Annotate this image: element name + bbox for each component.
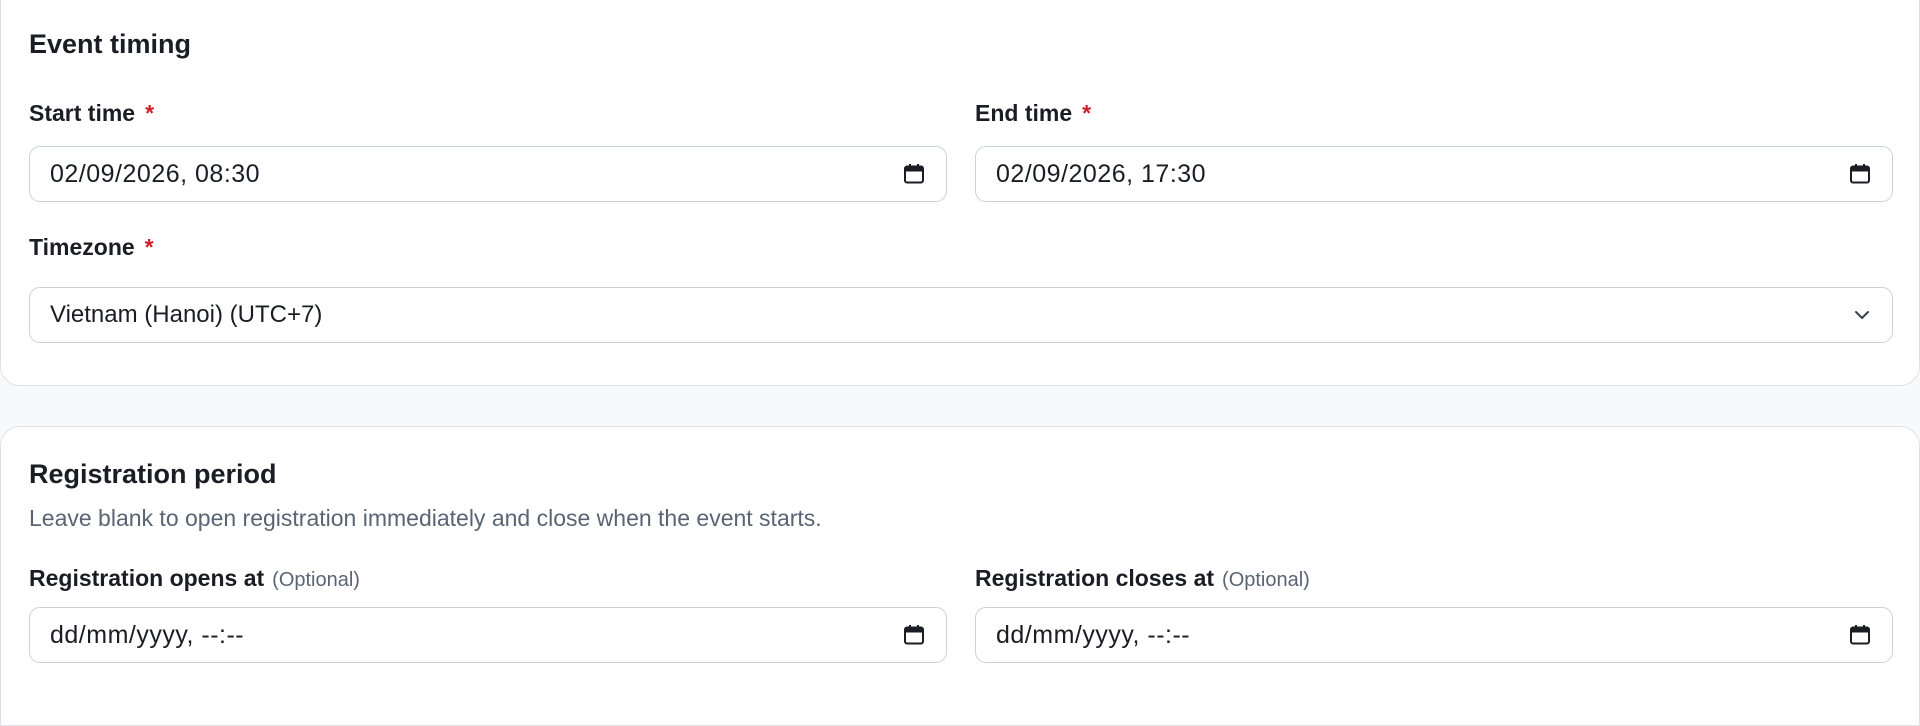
end-time-label-text: End time [975, 100, 1073, 126]
chevron-down-icon[interactable] [1852, 305, 1872, 325]
registration-opens-input[interactable]: dd/mm/yyyy, --:-- [29, 607, 947, 663]
event-timing-title: Event timing [29, 29, 192, 59]
required-marker: * [144, 234, 154, 260]
timezone-select[interactable]: Vietnam (Hanoi) (UTC+7) [29, 287, 1893, 343]
registration-period-card: Registration period Leave blank to open … [0, 426, 1920, 726]
required-marker: * [1082, 100, 1092, 126]
registration-closes-label-text: Registration closes at [975, 565, 1215, 591]
required-marker: * [145, 100, 155, 126]
start-time-input[interactable]: 02/09/2026, 08:30 [29, 146, 947, 202]
registration-opens-label: Registration opens at (Optional) [29, 565, 360, 592]
start-time-label-text: Start time [29, 100, 136, 126]
calendar-icon[interactable] [902, 162, 926, 186]
end-time-input[interactable]: 02/09/2026, 17:30 [975, 146, 1893, 202]
event-timing-card: Event timing Start time * 02/09/2026, 08:… [0, 0, 1920, 386]
optional-hint: (Optional) [272, 569, 360, 591]
end-time-label: End time * [975, 100, 1091, 127]
optional-hint: (Optional) [1222, 569, 1310, 591]
registration-opens-label-text: Registration opens at [29, 565, 265, 591]
calendar-icon[interactable] [1848, 162, 1872, 186]
registration-closes-placeholder[interactable]: dd/mm/yyyy, --:-- [996, 621, 1848, 650]
registration-period-title: Registration period [29, 459, 277, 489]
end-time-value[interactable]: 02/09/2026, 17:30 [996, 160, 1848, 189]
calendar-icon[interactable] [1848, 623, 1872, 647]
registration-opens-placeholder[interactable]: dd/mm/yyyy, --:-- [50, 621, 902, 650]
calendar-icon[interactable] [902, 623, 926, 647]
start-time-label: Start time * [29, 100, 154, 127]
start-time-value[interactable]: 02/09/2026, 08:30 [50, 160, 902, 189]
timezone-label: Timezone * [29, 234, 154, 261]
timezone-label-text: Timezone [29, 234, 135, 260]
timezone-selected-value[interactable]: Vietnam (Hanoi) (UTC+7) [50, 301, 1852, 329]
registration-period-description: Leave blank to open registration immedia… [29, 505, 822, 531]
registration-closes-label: Registration closes at (Optional) [975, 565, 1310, 592]
registration-closes-input[interactable]: dd/mm/yyyy, --:-- [975, 607, 1893, 663]
